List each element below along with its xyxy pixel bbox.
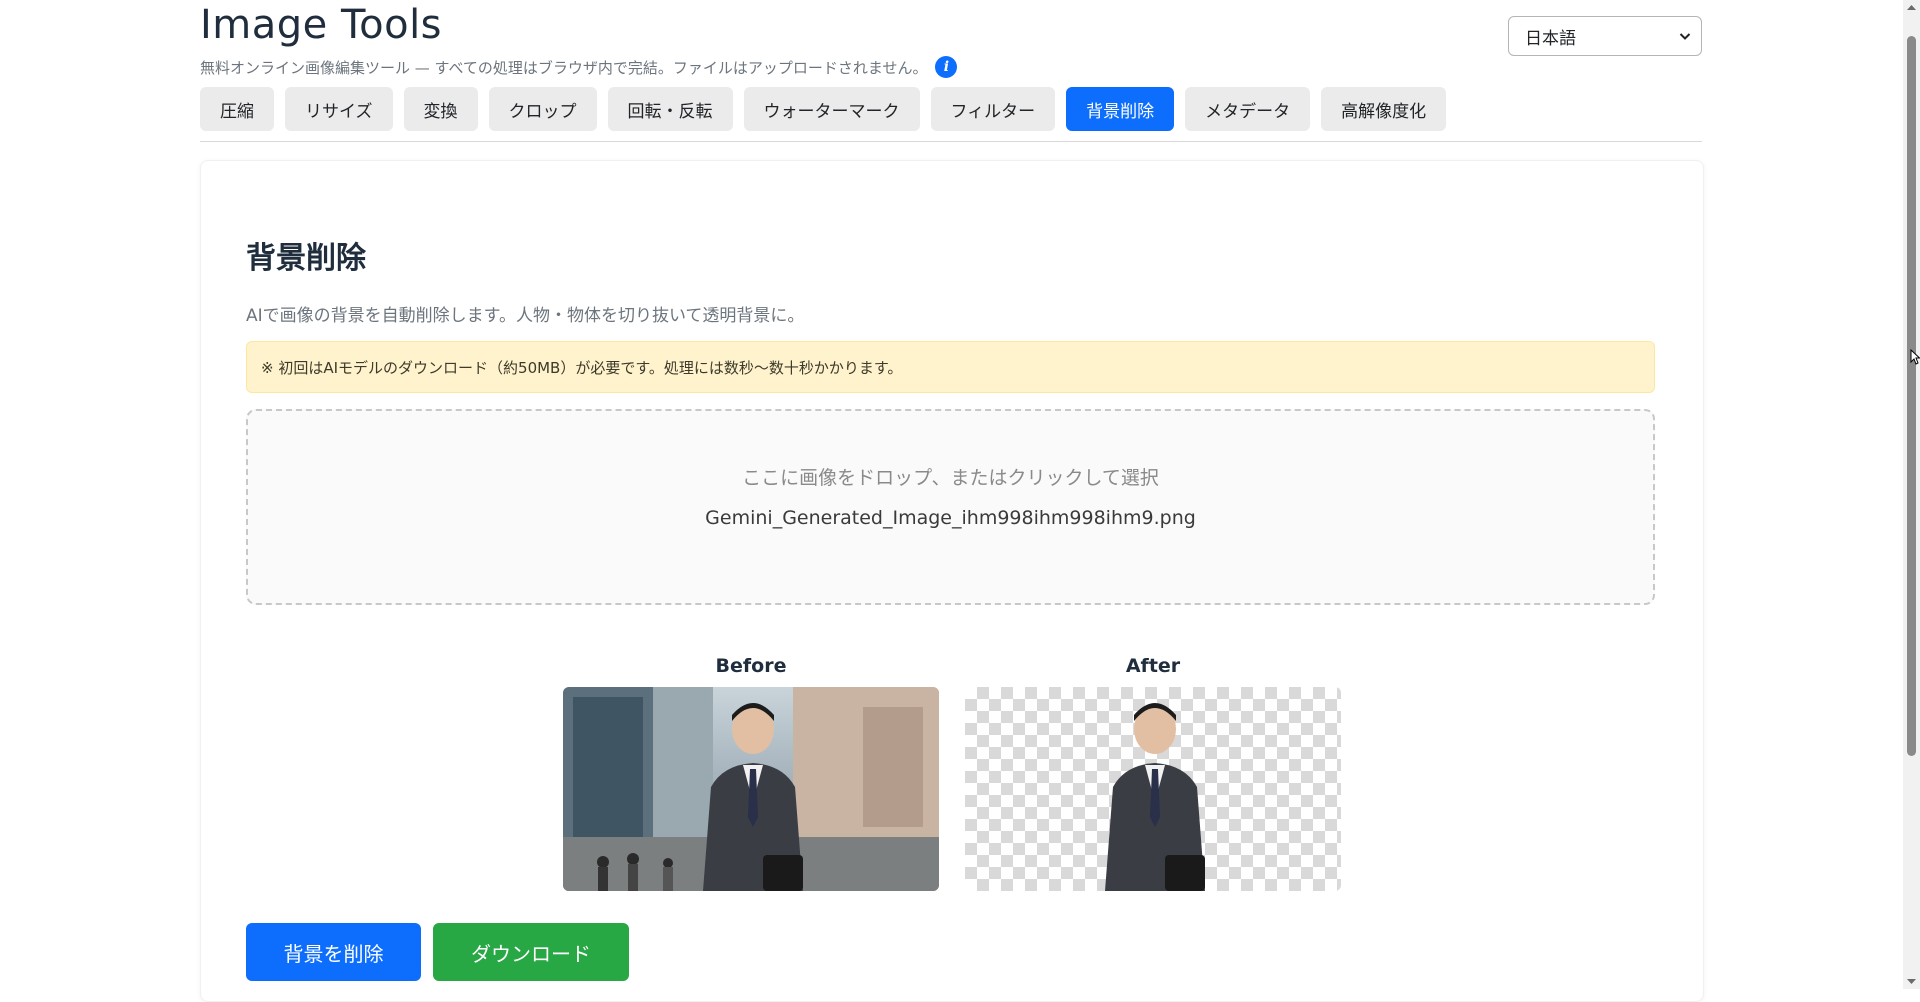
mouse-cursor-icon	[1910, 349, 1920, 365]
subtitle-row: 無料オンライン画像編集ツール — すべての処理はブラウザ内で完結。ファイルはアッ…	[200, 56, 958, 78]
chevron-down-icon	[1679, 33, 1691, 40]
dropzone-prompt: ここに画像をドロップ、またはクリックして選択	[742, 467, 1159, 489]
language-select[interactable]: 日本語	[1508, 16, 1702, 56]
tool-tabs: 圧縮 リサイズ 変換 クロップ 回転・反転 ウォーターマーク フィルター 背景削…	[200, 87, 1447, 131]
tab-convert[interactable]: 変換	[403, 87, 478, 131]
after-label: After	[1125, 655, 1181, 677]
section-description: AIで画像の背景を自動削除します。人物・物体を切り抜いて透明背景に。	[246, 306, 805, 326]
notice-banner: ※ 初回はAIモデルのダウンロード（約50MB）が必要です。処理には数秒〜数十秒…	[246, 341, 1655, 393]
app-title: Image Tools	[200, 2, 443, 48]
after-photo-illustration	[1105, 703, 1205, 891]
tabs-divider	[200, 141, 1702, 142]
scrollbar-thumb[interactable]	[1907, 36, 1916, 756]
tab-filter[interactable]: フィルター	[930, 87, 1056, 131]
tab-background-removal[interactable]: 背景削除	[1066, 87, 1175, 131]
tab-upscale[interactable]: 高解像度化	[1321, 87, 1447, 131]
dropzone-filename: Gemini_Generated_Image_ihm998ihm998ihm9.…	[705, 507, 1196, 529]
section-title: 背景削除	[246, 241, 366, 276]
vertical-scrollbar[interactable]	[1903, 0, 1920, 989]
after-image	[965, 687, 1341, 891]
before-label: Before	[715, 655, 787, 677]
file-dropzone[interactable]: ここに画像をドロップ、またはクリックして選択 Gemini_Generated_…	[246, 409, 1655, 605]
info-icon[interactable]: i	[935, 56, 958, 78]
remove-background-button[interactable]: 背景を削除	[246, 923, 421, 981]
scroll-down-arrow-icon[interactable]	[1906, 976, 1917, 987]
scroll-up-arrow-icon[interactable]	[1906, 2, 1917, 13]
tab-metadata[interactable]: メタデータ	[1185, 87, 1311, 131]
tab-compress[interactable]: 圧縮	[200, 87, 274, 131]
app-subtitle: 無料オンライン画像編集ツール — すべての処理はブラウザ内で完結。ファイルはアッ…	[200, 58, 928, 77]
language-select-value: 日本語	[1525, 28, 1576, 49]
before-photo-illustration	[563, 687, 939, 891]
tool-panel: 背景削除 AIで画像の背景を自動削除します。人物・物体を切り抜いて透明背景に。 …	[200, 160, 1704, 1002]
before-image	[563, 687, 939, 891]
tab-crop[interactable]: クロップ	[488, 87, 597, 131]
tab-resize[interactable]: リサイズ	[285, 87, 393, 131]
tab-rotate-flip[interactable]: 回転・反転	[607, 87, 733, 131]
page-container: Image Tools 無料オンライン画像編集ツール — すべての処理はブラウザ…	[200, 0, 1704, 1002]
tab-watermark[interactable]: ウォーターマーク	[743, 87, 920, 131]
download-button[interactable]: ダウンロード	[433, 923, 629, 981]
